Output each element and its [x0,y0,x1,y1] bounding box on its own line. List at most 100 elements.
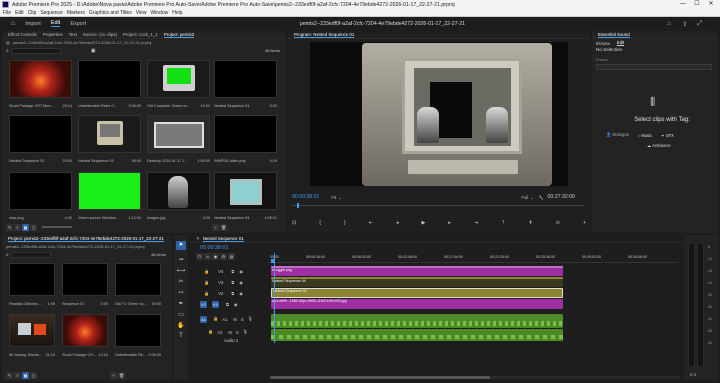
eye-icon[interactable]: ◉ [239,291,243,296]
menu-view[interactable]: View [136,10,147,16]
tab-essential-sound[interactable]: Essential Sound [598,32,630,38]
lock-icon[interactable]: 🔒 [213,316,218,322]
clip-a1[interactable] [271,314,563,328]
tab-project-pemis2[interactable]: Project: pemis2 [163,32,195,38]
menu-help[interactable]: Help [172,10,182,16]
thumb-item[interactable]: Stock Footage CRT Mon... 29:14 [9,60,72,108]
mic-icon[interactable]: 🎙 [248,316,253,322]
search-icon[interactable]: ⌕ [6,48,9,54]
rectangle-tool-icon[interactable]: ▭ [176,311,186,318]
safe-margins-icon[interactable]: ⊡ [292,220,296,226]
delete-icon[interactable]: 🗑 [220,223,227,231]
search-input-bottom[interactable] [10,251,51,258]
menu-graphics[interactable]: Graphics and Titles [89,10,132,16]
list-view-icon[interactable]: ≡ [14,223,21,231]
sync-lock-icon[interactable]: ⧉ [231,269,234,274]
go-to-in-icon[interactable]: ⇤ [369,220,373,226]
thumb-item[interactable]: Unbelievable Re... 2:06:09 [115,314,161,357]
type-tool-icon[interactable]: T [176,333,186,339]
lock-icon[interactable]: 🔒 [204,280,209,286]
sync-lock-icon[interactable]: ⧉ [226,302,229,307]
search-icon[interactable]: ⌕ [6,252,9,258]
mute-icon[interactable]: M [228,330,232,335]
tab-source[interactable]: Source: (no clips) [83,32,117,37]
freeform-view-icon[interactable]: ▢ [30,371,37,379]
home-icon[interactable]: ⌂ [11,20,15,27]
thumb-item[interactable]: Nested Sequence 01 9:20 [214,60,277,108]
eye-icon[interactable]: ◉ [234,302,238,307]
eye-icon[interactable]: ◉ [239,269,243,274]
tab-project-cock[interactable]: Project: cock_1_1 [123,32,158,37]
preset-dropdown[interactable] [596,64,712,70]
tab-edit[interactable]: Edit [50,20,61,27]
freeform-view-icon[interactable]: ▢ [30,223,37,231]
solo-icon[interactable]: S [236,330,239,335]
add-marker-icon[interactable]: ◆ [212,253,219,260]
clip-a2[interactable] [271,329,563,341]
track-target-v1[interactable]: V1 [212,301,219,308]
clip-v3[interactable]: Nested Sequence 04 [271,277,563,287]
tag-sfx[interactable]: ✦ SFX [661,133,674,138]
tag-ambience[interactable]: ☁ Ambience [647,143,671,148]
pen-tool-icon[interactable]: ✒ [176,300,186,307]
menu-markers[interactable]: Markers [67,10,85,16]
fit-dropdown[interactable]: Fit [331,195,336,200]
hand-tool-icon[interactable]: ✋ [176,322,186,329]
thumb-item[interactable]: Stock Footage CR... 12:10 [62,314,108,357]
thumb-item[interactable]: Sequence 01 0:00 [62,263,108,306]
settings-icon[interactable]: ⚙ [220,253,227,260]
play-icon[interactable]: ▶ [422,220,426,226]
maximize-button[interactable]: ☐ [690,0,704,9]
lift-icon[interactable]: ⇡ [501,220,505,226]
sync-lock-icon[interactable]: ⧉ [231,280,234,285]
tab-edit-sound[interactable]: Edit [616,40,625,46]
menu-sequence[interactable]: Sequence [40,10,63,16]
menu-file[interactable]: File [3,10,11,16]
step-back-icon[interactable]: ◂ [396,220,399,226]
clip-v4[interactable]: dl-uggle.png [271,266,563,276]
thumb-item[interactable]: Unbelievable Retro C... 2:06:09 [78,60,141,108]
timeline-scrollbar[interactable] [270,376,680,379]
tab-effect-controls[interactable]: Effect Controls [8,32,37,37]
thumb-item[interactable]: Old TV Green Sc... 15:00 [115,263,161,306]
program-timecode[interactable]: 00:00:38:01 [292,194,319,200]
tab-properties[interactable]: Properties [43,32,63,37]
quick-export-icon[interactable]: ⇪ [682,20,687,28]
source-patch-a1[interactable]: A1 [200,315,207,323]
new-item-icon[interactable]: + [212,223,219,231]
menu-edit[interactable]: Edit [15,10,24,16]
delete-icon[interactable]: 🗑 [118,371,125,379]
thumb-item[interactable]: WMPSU-Main.png 4:29 [214,115,277,163]
extract-icon[interactable]: ⇞ [528,220,532,226]
timeline-timecode[interactable]: 00:00:38:01 [200,245,228,251]
sync-lock-icon[interactable]: ⧉ [231,291,234,296]
menu-window[interactable]: Window [150,10,168,16]
lock-icon[interactable]: 🔒 [204,291,209,297]
tab-export[interactable]: Export [70,21,86,27]
clip-v2[interactable]: Nested Sequence 03 [271,288,563,298]
thumb-item[interactable]: Nested Sequence 02 20:00 [9,115,72,163]
mic-icon[interactable]: 🎙 [243,329,248,335]
tab-import[interactable]: Import [25,21,41,27]
eye-icon[interactable]: ◉ [239,280,243,285]
ripple-edit-tool-icon[interactable]: ⟷ [176,267,186,274]
captions-icon[interactable]: ▤ [228,253,235,260]
clip-v1[interactable]: afc14b99...1080-60px-9959-11b37e2b1933.j… [271,299,563,309]
thumb-item[interactable]: Old Computer Green sc... 10:01 [147,60,210,108]
list-view-icon[interactable]: ≡ [14,371,21,379]
new-bin-icon[interactable]: ▣ [91,48,96,54]
lock-icon[interactable]: 🔒 [204,269,209,275]
thumb-item[interactable]: Desktop 2024-01-17 1... 1:59:00 [147,115,210,163]
tab-text[interactable]: Text [69,32,77,37]
mark-in-icon[interactable]: { [319,220,321,226]
mute-icon[interactable]: M [233,317,237,322]
slip-tool-icon[interactable]: ⇿ [176,289,186,296]
snap-icon[interactable]: ⊓ [196,253,203,260]
tab-program[interactable]: Program: Nested Sequence 01 [294,32,355,38]
program-scrubber[interactable] [292,203,584,208]
linked-selection-icon[interactable]: ∞ [204,253,211,260]
tab-nested-sequence-01[interactable]: Nested Sequence 01 [202,236,244,242]
thumb-item[interactable]: Green screen Window... 1:12:04 [78,172,141,220]
selection-tool-icon[interactable]: ➤ [176,241,186,250]
fullscreen-icon[interactable]: ⤢ [697,20,702,28]
